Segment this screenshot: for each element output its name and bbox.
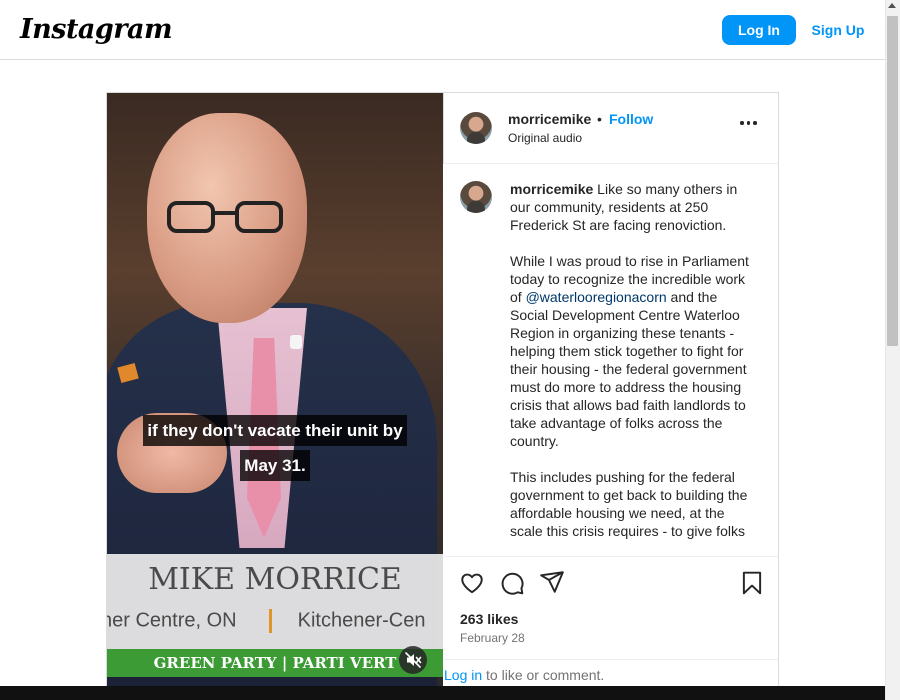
riding-left: ner Centre, ON — [107, 609, 237, 632]
scroll-up-arrow-icon[interactable] — [888, 3, 896, 8]
subtitle-line-2: May 31. — [240, 450, 310, 481]
speaker-name: MIKE MORRICE — [148, 562, 402, 597]
login-prompt: Log in to like or comment. — [444, 659, 778, 689]
more-options-icon[interactable] — [740, 121, 760, 135]
likes-count[interactable]: 263 likes — [460, 611, 518, 627]
login-prompt-text: to like or comment. — [482, 667, 605, 683]
caption-mention-link[interactable]: @waterlooregionacorn — [526, 289, 667, 305]
mute-button[interactable] — [399, 646, 427, 674]
signup-button[interactable]: Sign Up — [806, 15, 870, 45]
login-link[interactable]: Log in — [444, 667, 482, 683]
riding-right: Kitchener-Cen — [297, 609, 426, 632]
video-glasses-bridge — [213, 211, 237, 215]
video-lapel-pin — [290, 335, 302, 349]
original-audio-link[interactable]: Original audio — [508, 131, 582, 145]
top-navigation-bar: Instagram Log In Sign Up — [0, 0, 885, 60]
reel-video[interactable]: if they don't vacate their unit by May 3… — [107, 93, 443, 686]
post-header — [443, 93, 778, 164]
post-date[interactable]: February 28 — [460, 631, 525, 645]
video-glasses-left — [167, 201, 215, 233]
heart-icon[interactable] — [459, 570, 485, 596]
caption-author-avatar[interactable] — [460, 181, 492, 213]
comment-icon[interactable] — [499, 570, 525, 596]
follow-button[interactable]: Follow — [609, 111, 653, 127]
header-separator: • — [597, 111, 602, 127]
video-subtitle: if they don't vacate their unit by May 3… — [107, 415, 443, 485]
author-username[interactable]: morricemike — [508, 111, 591, 127]
speaker-muted-icon — [405, 652, 422, 668]
share-icon[interactable] — [539, 569, 565, 595]
caption-text-part-2: and the Social Development Centre Waterl… — [510, 289, 748, 539]
comments-panel[interactable]: morricemike Like so many others in our c… — [444, 165, 778, 556]
scrollbar-thumb[interactable] — [887, 16, 898, 346]
bottom-bar — [0, 686, 885, 700]
subtitle-line-1: if they don't vacate their unit by — [143, 415, 407, 446]
instagram-logo[interactable]: Instagram — [20, 14, 173, 45]
video-lower-third: MIKE MORRICE ner Centre, ON Kitchener-Cen — [107, 554, 443, 649]
bookmark-icon[interactable] — [739, 570, 765, 596]
riding-divider — [268, 609, 272, 633]
party-banner: GREEN PARTY | PARTI VERT — [107, 649, 443, 677]
caption-username[interactable]: morricemike — [510, 181, 593, 197]
post-caption: morricemike Like so many others in our c… — [510, 180, 750, 540]
login-button[interactable]: Log In — [722, 15, 796, 45]
author-avatar[interactable] — [460, 112, 492, 144]
speaker-riding: ner Centre, ON Kitchener-Cen — [107, 609, 443, 633]
caption-text-part-1: Like so many others in our community, re… — [510, 181, 749, 305]
video-glasses-right — [235, 201, 283, 233]
